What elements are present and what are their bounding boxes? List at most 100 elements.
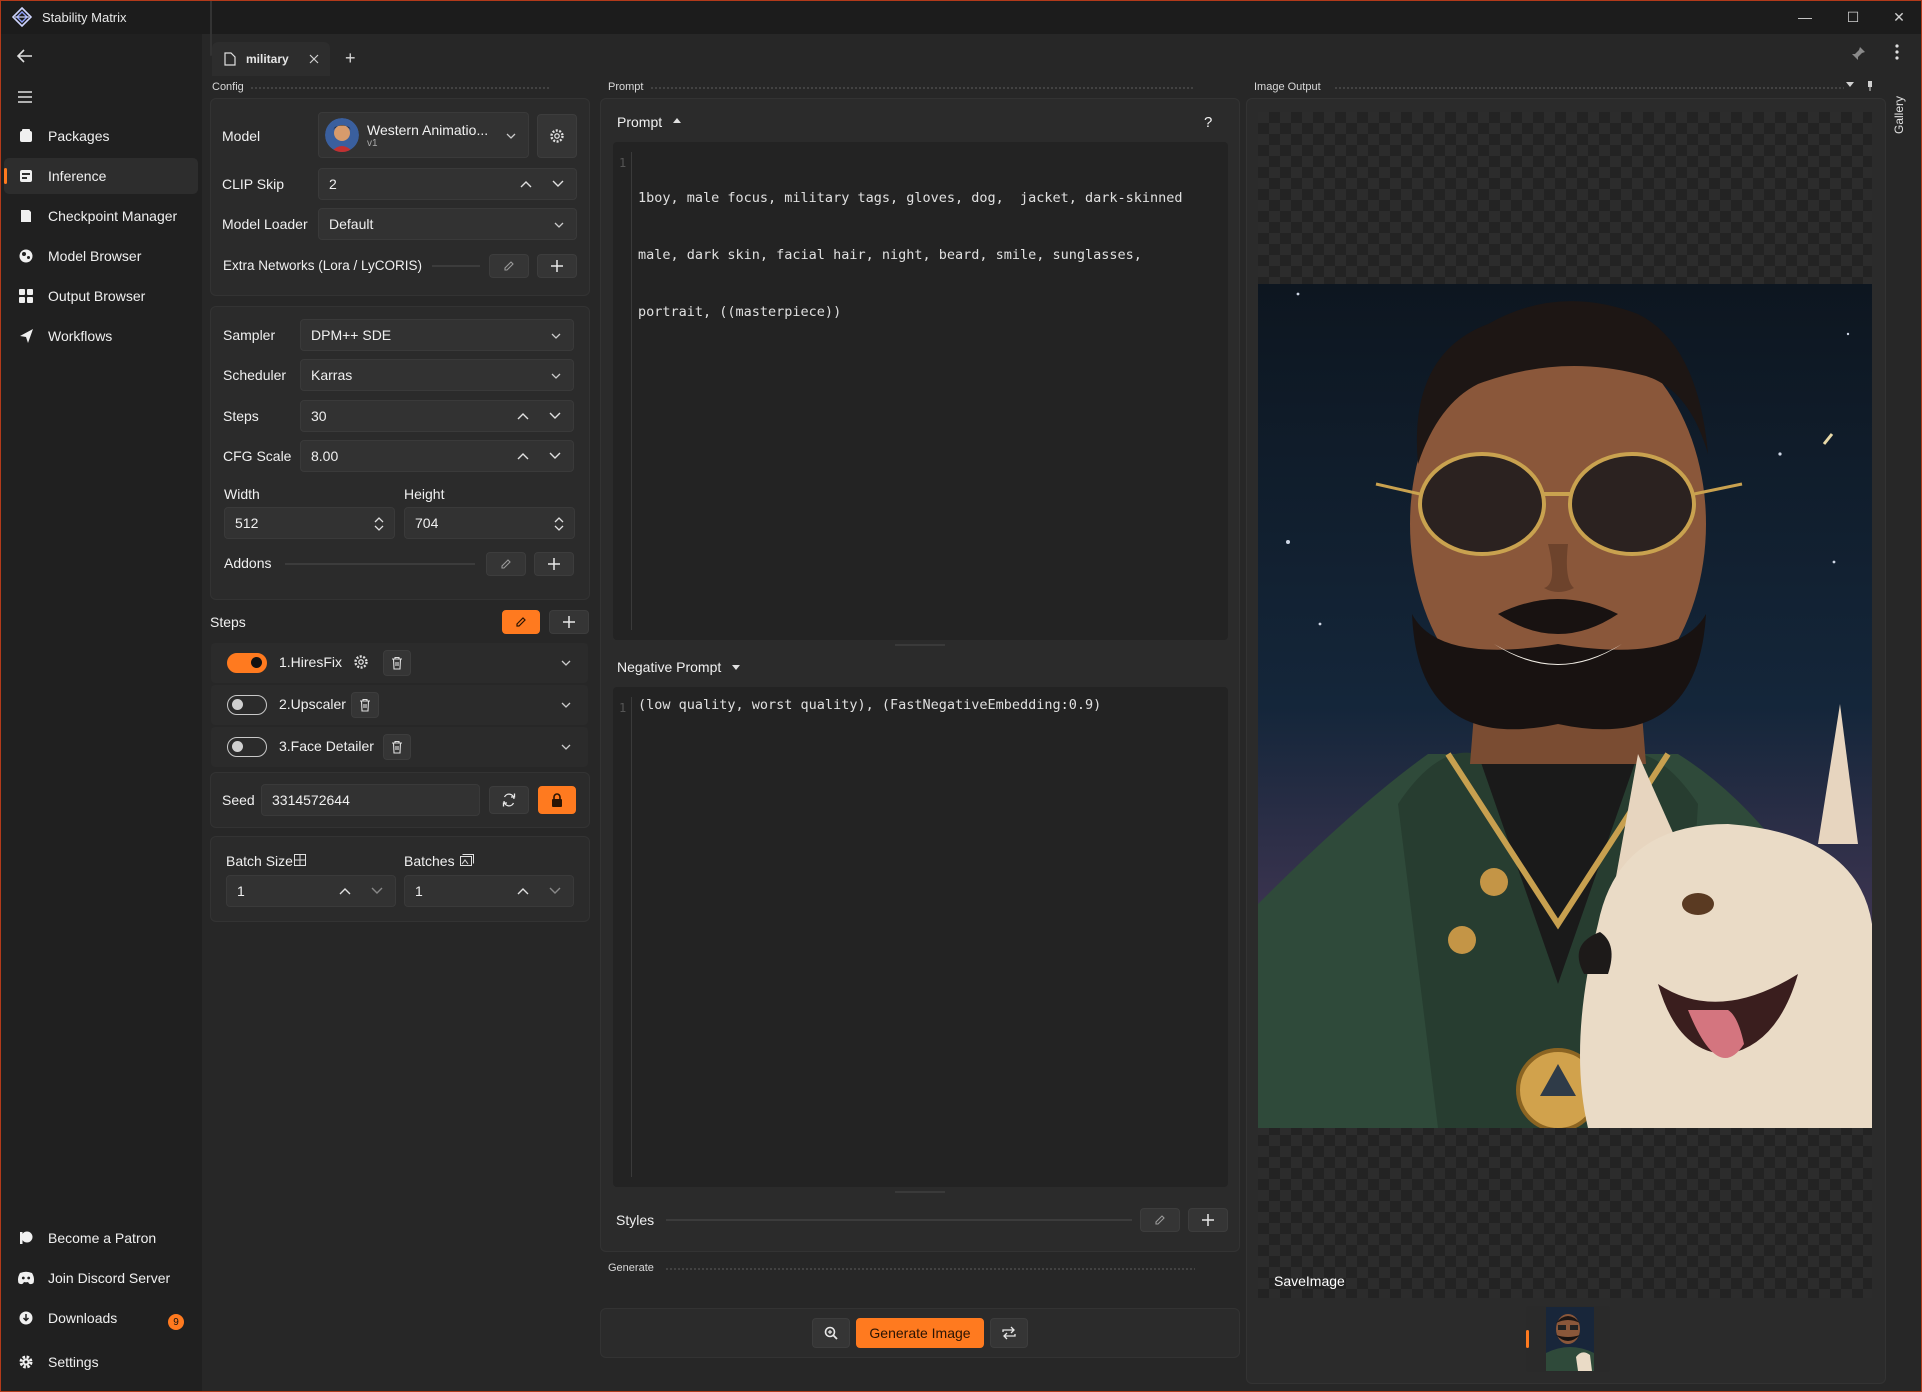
dropdown-arrow-icon[interactable] bbox=[1846, 82, 1854, 88]
decrement-icon[interactable] bbox=[552, 180, 564, 188]
extra-networks-label: Extra Networks (Lora / LyCORIS) bbox=[223, 258, 423, 273]
hamburger-menu-icon[interactable] bbox=[17, 90, 33, 104]
increment-icon[interactable] bbox=[517, 452, 529, 460]
batches-label: Batches bbox=[404, 853, 455, 869]
image-output-pane-title: Image Output bbox=[1254, 81, 1321, 93]
decrement-icon[interactable] bbox=[549, 452, 561, 460]
chevron-down-icon[interactable] bbox=[561, 660, 571, 666]
pin-icon[interactable] bbox=[1850, 46, 1866, 62]
randomize-seed-button[interactable] bbox=[489, 786, 529, 814]
height-input[interactable]: 704 bbox=[404, 507, 575, 539]
styles-add-button[interactable] bbox=[1188, 1208, 1228, 1232]
prompt-pane-title: Prompt bbox=[608, 81, 644, 93]
preview-button[interactable] bbox=[812, 1318, 850, 1348]
chevron-down-icon[interactable] bbox=[561, 744, 571, 750]
generate-image-button[interactable]: Generate Image bbox=[856, 1318, 984, 1348]
images-icon bbox=[460, 854, 474, 866]
close-window-button[interactable]: ✕ bbox=[1876, 0, 1922, 34]
prompt-text-line: male, dark skin, facial hair, night, bea… bbox=[638, 247, 1142, 263]
spin-updown-icon[interactable] bbox=[554, 516, 564, 532]
extra-networks-add-button[interactable] bbox=[537, 254, 577, 278]
resize-grip[interactable] bbox=[895, 644, 945, 646]
pane-grip bbox=[650, 86, 1195, 90]
increment-icon[interactable] bbox=[339, 887, 351, 895]
step-module-hiresfix[interactable]: 1.HiresFix bbox=[211, 643, 588, 683]
caret-up-icon[interactable] bbox=[673, 118, 681, 124]
seed-input[interactable]: 3314572644 bbox=[261, 784, 480, 816]
delete-step-button[interactable] bbox=[383, 734, 411, 760]
model-loader-select[interactable]: Default bbox=[318, 208, 577, 240]
delete-step-button[interactable] bbox=[351, 692, 379, 718]
prompt-help-button[interactable]: ? bbox=[1204, 114, 1212, 131]
generated-image[interactable] bbox=[1258, 284, 1872, 1128]
face-detailer-toggle[interactable] bbox=[227, 737, 267, 757]
refresh-icon bbox=[502, 793, 516, 807]
add-tab-button[interactable]: + bbox=[345, 48, 356, 69]
steps-input[interactable]: 30 bbox=[300, 400, 574, 432]
width-label: Width bbox=[224, 486, 260, 502]
hiresfix-toggle[interactable] bbox=[227, 653, 267, 673]
extra-networks-edit-button[interactable] bbox=[489, 254, 529, 278]
negative-prompt-editor[interactable]: 1 (low quality, worst quality), (FastNeg… bbox=[613, 687, 1228, 1187]
sidebar-item-patron[interactable]: Become a Patron bbox=[4, 1220, 198, 1256]
batch-size-input[interactable]: 1 bbox=[226, 875, 396, 907]
seed-value: 3314572644 bbox=[272, 792, 350, 808]
prompt-editor[interactable]: 1 1boy, male focus, military tags, glove… bbox=[613, 142, 1228, 640]
sidebar-item-checkpoint-manager[interactable]: Checkpoint Manager bbox=[4, 198, 198, 234]
sampler-select[interactable]: DPM++ SDE bbox=[300, 319, 574, 351]
decrement-icon[interactable] bbox=[371, 887, 383, 895]
step-module-face-detailer[interactable]: 3.Face Detailer bbox=[211, 727, 588, 767]
back-arrow-icon[interactable] bbox=[16, 48, 34, 64]
sidebar-item-discord[interactable]: Join Discord Server bbox=[4, 1260, 198, 1296]
increment-icon[interactable] bbox=[517, 887, 529, 895]
tab-military[interactable]: military bbox=[212, 42, 330, 76]
sidebar-item-packages[interactable]: Packages bbox=[4, 118, 198, 154]
width-input[interactable]: 512 bbox=[224, 507, 395, 539]
output-browser-icon bbox=[19, 289, 33, 303]
increment-icon[interactable] bbox=[517, 412, 529, 420]
addons-edit-button[interactable] bbox=[486, 552, 526, 576]
sidebar-item-inference[interactable]: Inference bbox=[4, 158, 198, 194]
batch-size-label: Batch Size bbox=[226, 853, 293, 869]
spin-updown-icon[interactable] bbox=[374, 516, 384, 532]
decrement-icon[interactable] bbox=[549, 887, 561, 895]
minimize-button[interactable]: — bbox=[1782, 0, 1828, 34]
app-title: Stability Matrix bbox=[42, 10, 127, 25]
scheduler-select[interactable]: Karras bbox=[300, 359, 574, 391]
addons-add-button[interactable] bbox=[534, 552, 574, 576]
sidebar-item-model-browser[interactable]: Model Browser bbox=[4, 238, 198, 274]
decrement-icon[interactable] bbox=[549, 412, 561, 420]
steps-add-button[interactable] bbox=[549, 610, 589, 634]
step-module-label: 3.Face Detailer bbox=[279, 738, 374, 754]
pin-pane-icon[interactable] bbox=[1866, 80, 1874, 92]
clip-skip-input[interactable]: 2 bbox=[318, 168, 577, 200]
maximize-button[interactable]: ☐ bbox=[1830, 0, 1876, 34]
gallery-side-tab[interactable]: Gallery bbox=[1892, 84, 1906, 134]
auto-generate-button[interactable] bbox=[990, 1318, 1028, 1348]
delete-step-button[interactable] bbox=[383, 650, 411, 676]
steps-edit-button[interactable] bbox=[502, 610, 540, 634]
upscaler-toggle[interactable] bbox=[227, 695, 267, 715]
model-settings-button[interactable] bbox=[537, 114, 577, 158]
sidebar-item-workflows[interactable]: Workflows bbox=[4, 318, 198, 354]
increment-icon[interactable] bbox=[520, 180, 532, 188]
cfg-scale-input[interactable]: 8.00 bbox=[300, 440, 574, 472]
styles-edit-button[interactable] bbox=[1140, 1208, 1180, 1232]
step-module-upscaler[interactable]: 2.Upscaler bbox=[211, 685, 588, 725]
resize-grip[interactable] bbox=[895, 1191, 945, 1193]
model-selector[interactable]: Western Animatio... v1 bbox=[318, 112, 529, 158]
more-options-icon[interactable] bbox=[1895, 44, 1899, 60]
lock-seed-button[interactable] bbox=[538, 786, 576, 814]
sidebar-item-output-browser[interactable]: Output Browser bbox=[4, 278, 198, 314]
gear-icon[interactable] bbox=[353, 654, 369, 670]
batches-input[interactable]: 1 bbox=[404, 875, 574, 907]
model-loader-label: Model Loader bbox=[222, 216, 308, 232]
chevron-down-icon[interactable] bbox=[561, 702, 571, 708]
caret-down-icon[interactable] bbox=[732, 665, 740, 671]
close-tab-icon[interactable] bbox=[309, 54, 319, 64]
image-thumbnail[interactable] bbox=[1546, 1307, 1594, 1371]
sidebar-item-settings[interactable]: Settings bbox=[4, 1344, 198, 1380]
workflows-icon bbox=[20, 329, 33, 343]
sidebar-item-label: Join Discord Server bbox=[48, 1270, 171, 1286]
plus-icon bbox=[563, 616, 575, 628]
